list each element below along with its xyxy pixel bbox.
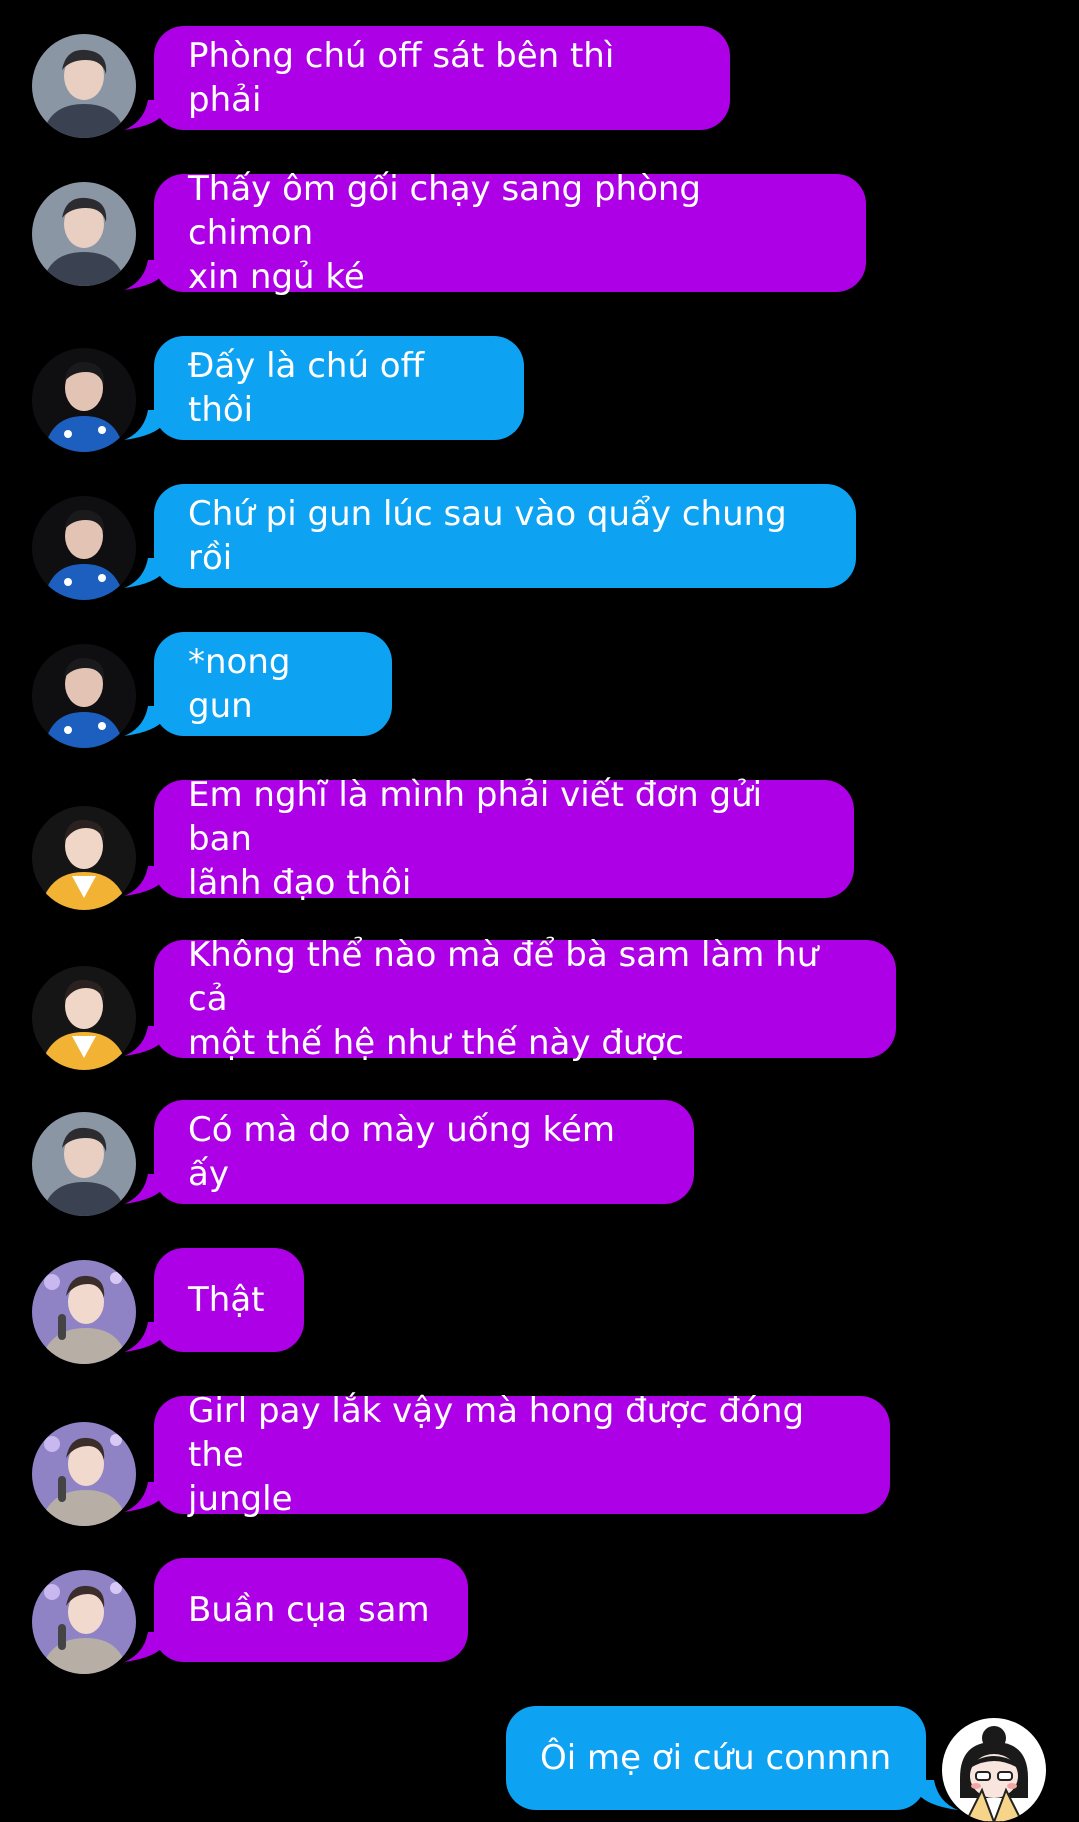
message-text: Girl pay lắk vậy mà hong được đóng the j… — [188, 1391, 805, 1519]
message-row-own: Ôi mẹ ơi cứu connnn — [0, 1706, 1079, 1822]
avatar[interactable] — [32, 806, 136, 910]
avatar[interactable] — [32, 182, 136, 286]
message-bubble[interactable]: Buần cụa sam — [154, 1558, 468, 1662]
avatar[interactable] — [32, 496, 136, 600]
message-text: Không thể nào mà để bà sam làm hư cả một… — [188, 935, 819, 1063]
message-bubble[interactable]: Phòng chú off sát bên thì phải — [154, 26, 730, 130]
message-row: Đấy là chú off thôi — [0, 336, 1079, 452]
message-row: Thật — [0, 1248, 1079, 1364]
message-text: Ôi mẹ ơi cứu connnn — [540, 1738, 892, 1778]
message-text: Phòng chú off sát bên thì phải — [188, 36, 615, 120]
chat-thread: Phòng chú off sát bên thì phải Thấy ôm g… — [0, 0, 1079, 1822]
message-text: Thấy ôm gối chạy sang phòng chimon xin n… — [188, 169, 702, 297]
message-row: Chứ pi gun lúc sau vào quẩy chung rồi — [0, 484, 1079, 600]
message-bubble[interactable]: Có mà do mày uống kém ấy — [154, 1100, 694, 1204]
message-bubble[interactable]: Thật — [154, 1248, 304, 1352]
message-bubble[interactable]: *nong gun — [154, 632, 392, 736]
message-row: Em nghĩ là mình phải viết đơn gửi ban lã… — [0, 775, 1079, 910]
message-text: Em nghĩ là mình phải viết đơn gửi ban lã… — [188, 775, 763, 903]
message-bubble[interactable]: Không thể nào mà để bà sam làm hư cả một… — [154, 935, 896, 1063]
message-bubble[interactable]: Đấy là chú off thôi — [154, 336, 524, 440]
message-text: *nong gun — [188, 642, 291, 726]
message-bubble[interactable]: Girl pay lắk vậy mà hong được đóng the j… — [154, 1391, 890, 1519]
avatar[interactable] — [32, 966, 136, 1070]
message-row: Thấy ôm gối chạy sang phòng chimon xin n… — [0, 169, 1079, 297]
message-bubble[interactable]: Em nghĩ là mình phải viết đơn gửi ban lã… — [154, 775, 854, 903]
message-text: Có mà do mày uống kém ấy — [188, 1110, 615, 1194]
message-bubble[interactable]: Ôi mẹ ơi cứu connnn — [506, 1706, 926, 1810]
message-bubble[interactable]: Thấy ôm gối chạy sang phòng chimon xin n… — [154, 169, 866, 297]
message-row: Có mà do mày uống kém ấy — [0, 1100, 1079, 1216]
message-row: *nong gun — [0, 632, 1079, 748]
message-text: Thật — [188, 1280, 265, 1320]
message-text: Đấy là chú off thôi — [188, 346, 425, 430]
avatar[interactable] — [32, 34, 136, 138]
avatar[interactable] — [32, 1570, 136, 1674]
avatar-self[interactable] — [942, 1718, 1046, 1822]
message-row: Không thể nào mà để bà sam làm hư cả một… — [0, 935, 1079, 1070]
message-bubble[interactable]: Chứ pi gun lúc sau vào quẩy chung rồi — [154, 484, 856, 588]
message-row: Buần cụa sam — [0, 1558, 1079, 1674]
message-text: Chứ pi gun lúc sau vào quẩy chung rồi — [188, 494, 787, 578]
avatar[interactable] — [32, 1260, 136, 1364]
avatar[interactable] — [32, 1422, 136, 1526]
avatar[interactable] — [32, 644, 136, 748]
message-row: Girl pay lắk vậy mà hong được đóng the j… — [0, 1391, 1079, 1526]
avatar[interactable] — [32, 348, 136, 452]
message-text: Buần cụa sam — [188, 1590, 430, 1630]
message-row: Phòng chú off sát bên thì phải — [0, 26, 1079, 138]
avatar[interactable] — [32, 1112, 136, 1216]
